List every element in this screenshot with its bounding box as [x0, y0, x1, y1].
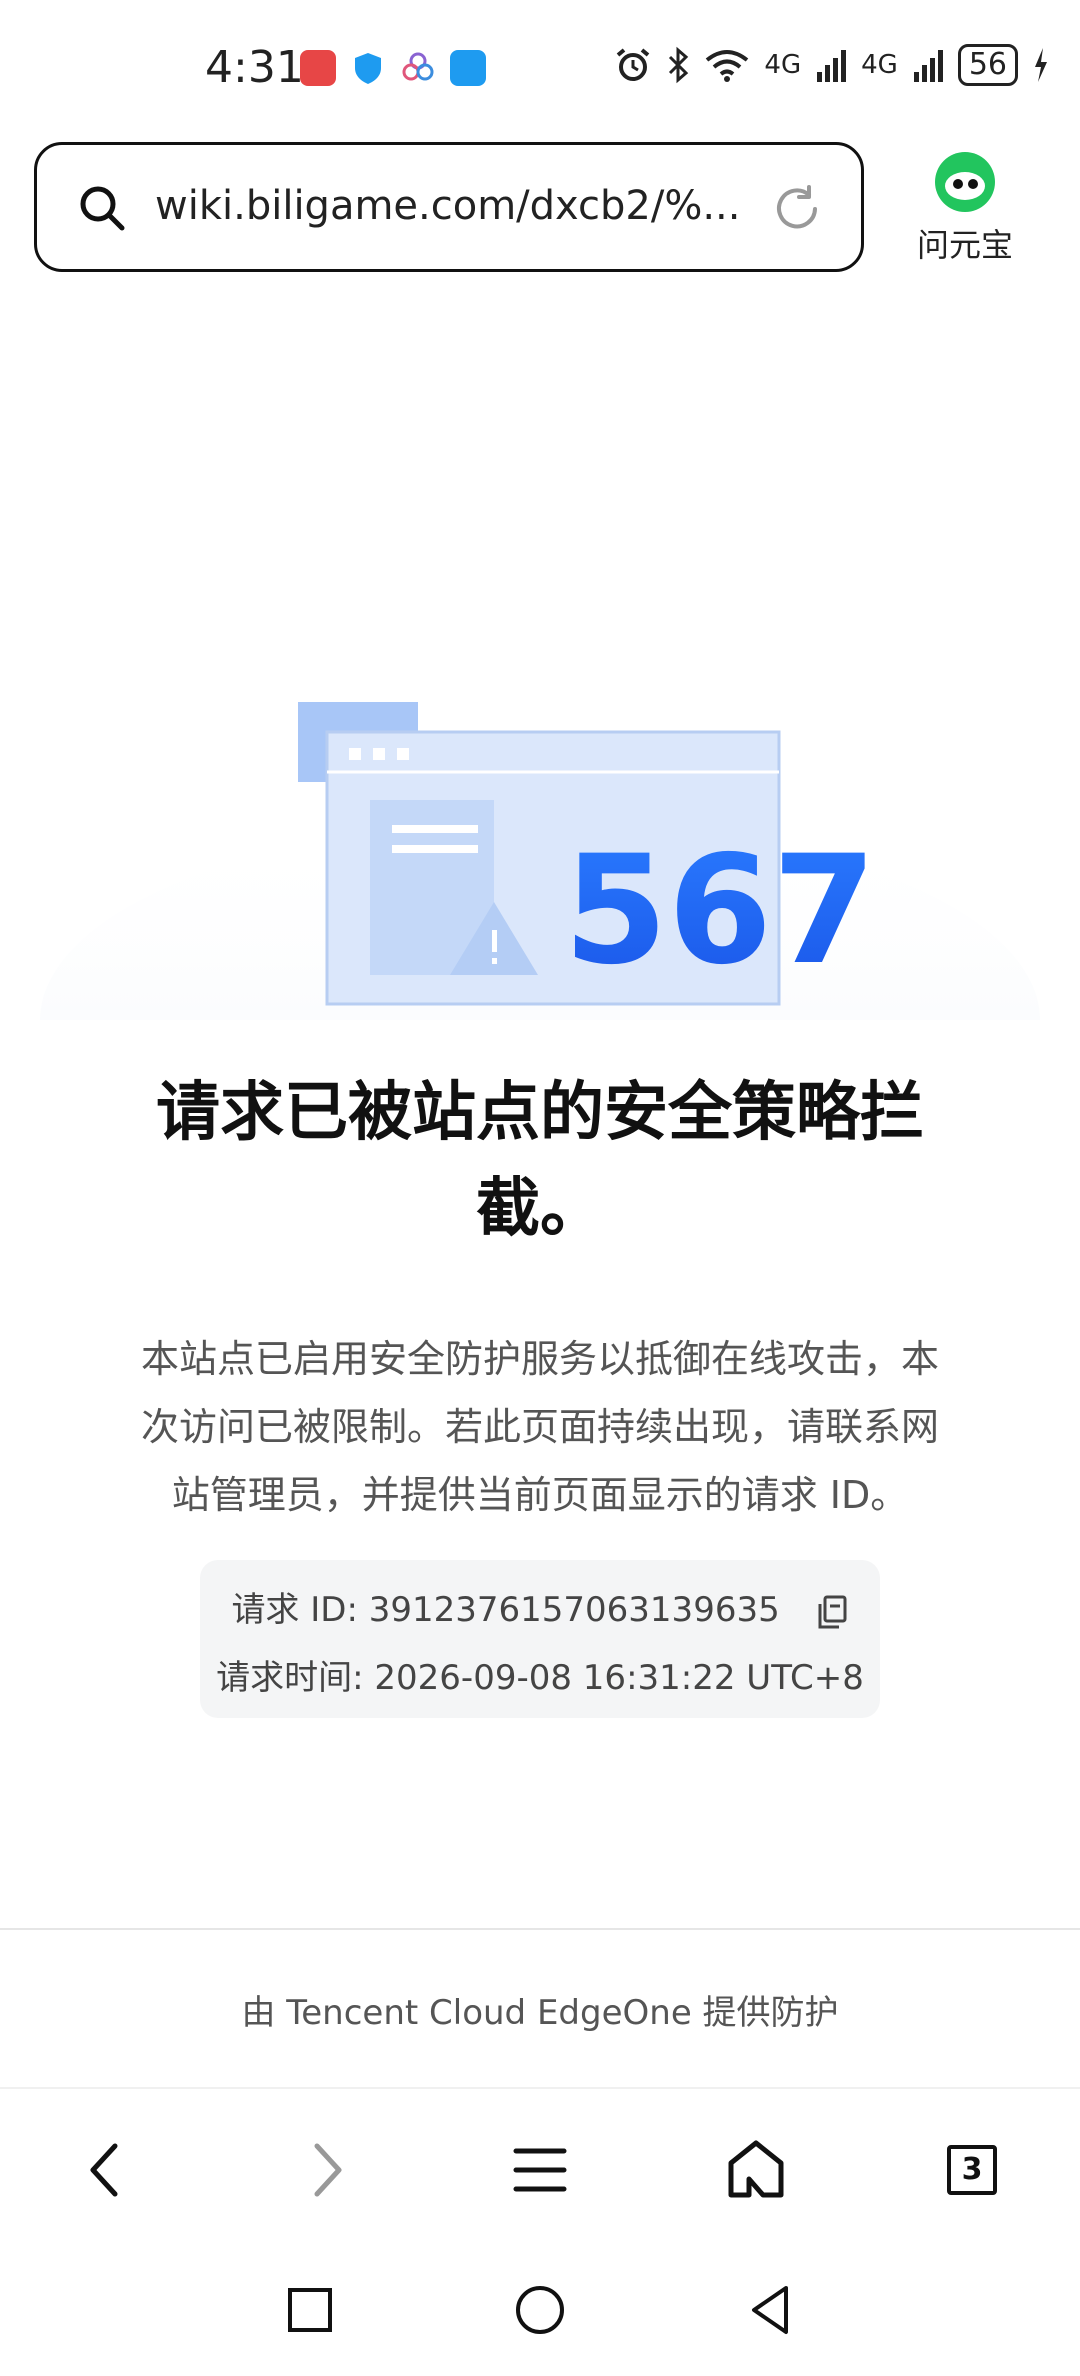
browser-toolbar: 3 [0, 2130, 1080, 2230]
notification-icons [300, 50, 486, 86]
menu-button[interactable] [500, 2130, 580, 2210]
block-description: 本站点已启用安全防护服务以抵御在线攻击，本 次访问已被限制。若此页面持续出现，请… [90, 1325, 990, 1529]
search-icon [80, 186, 125, 231]
bluetooth-icon [669, 46, 689, 84]
request-id: 请求 ID: 3912376157063139635 [231, 1590, 780, 1630]
description-line-2: 次访问已被限制。若此页面持续出现，请联系网 [140, 1405, 939, 1449]
footer-divider [0, 1928, 1080, 1930]
message-app-icon [450, 50, 486, 86]
charging-icon [1035, 48, 1047, 82]
signal-label-2: 4G [861, 50, 898, 80]
alarm-icon [617, 48, 650, 81]
reload-icon[interactable] [771, 183, 823, 235]
back-button[interactable] [66, 2130, 146, 2210]
forward-button[interactable] [286, 2130, 366, 2210]
toolbar-divider [0, 2087, 1080, 2089]
tabs-button[interactable]: 3 [932, 2130, 1012, 2210]
copy-icon[interactable] [815, 1594, 849, 1630]
chevron-left-icon [90, 2143, 118, 2197]
home-button[interactable] [716, 2130, 796, 2210]
request-id-row: 请求 ID: 3912376157063139635 [200, 1582, 880, 1631]
signal-label-1: 4G [764, 50, 802, 80]
page-title: 请求已被站点的安全策略拦 截。 [90, 1065, 990, 1257]
error-code: 567 [563, 824, 876, 998]
powered-by-text: 由 Tencent Cloud EdgeOne 提供防护 [241, 1993, 839, 2033]
chevron-right-icon [314, 2143, 342, 2197]
request-time: 请求时间: 2026-09-08 16:31:22 UTC+8 [216, 1658, 864, 1698]
signal-icon-2 [913, 50, 943, 82]
status-time: 4:31 [205, 42, 304, 93]
request-info-box: 请求 ID: 3912376157063139635 请求时间: 2026-09… [200, 1560, 880, 1718]
description-line-3: 站管理员，并提供当前页面显示的请求 ID。 [171, 1473, 909, 1517]
menu-icon [513, 2148, 567, 2192]
flower-app-icon [402, 52, 434, 81]
assistant-button[interactable]: 问元宝 [905, 150, 1025, 266]
description-line-1: 本站点已启用安全防护服务以抵御在线攻击，本 [140, 1337, 939, 1381]
tab-count: 3 [947, 2145, 997, 2195]
wifi-icon [706, 50, 749, 82]
title-line-2: 截。 [476, 1172, 604, 1246]
system-status-icons: 4G 4G 56 [614, 44, 1050, 86]
status-bar: 4:31 4G 4G 56 [0, 0, 1080, 130]
home-nav-icon[interactable] [510, 2280, 570, 2340]
huawei-app-icon [300, 50, 336, 86]
assistant-logo-icon [935, 152, 995, 212]
shield-app-icon [355, 53, 381, 84]
system-navigation-bar [0, 2280, 1080, 2360]
signal-icon [817, 50, 847, 82]
back-nav-icon[interactable] [740, 2280, 800, 2340]
url-text[interactable]: wiki.biligame.com/dxcb2/%... [155, 183, 740, 229]
blocked-illustration: 567 [40, 702, 1040, 1020]
recents-icon[interactable] [280, 2280, 340, 2340]
assistant-label: 问元宝 [916, 226, 1013, 264]
home-icon [728, 2140, 784, 2198]
title-line-1: 请求已被站点的安全策略拦 [156, 1076, 924, 1150]
address-bar[interactable]: wiki.biligame.com/dxcb2/%... [34, 142, 864, 272]
battery-indicator: 56 [957, 44, 1018, 86]
